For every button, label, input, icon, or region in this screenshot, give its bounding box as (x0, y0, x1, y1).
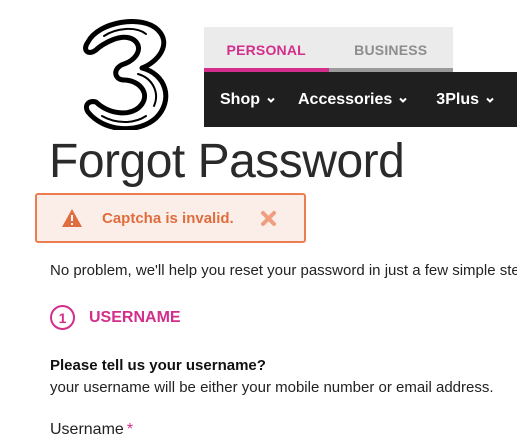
nav-item-shop-label: Shop (220, 90, 260, 108)
warning-icon (62, 209, 82, 227)
step-heading: 1 USERNAME (50, 305, 181, 330)
nav-item-3plus[interactable]: 3Plus (436, 91, 495, 109)
username-label-text: Username (50, 421, 124, 438)
nav-item-accessories-label: Accessories (298, 90, 393, 108)
segment-tabs: PERSONAL BUSINESS (204, 27, 453, 72)
tab-business[interactable]: BUSINESS (328, 27, 454, 72)
step-number: 1 (50, 305, 75, 330)
intro-text: No problem, we'll help you reset your pa… (50, 262, 517, 279)
form-hint: your username will be either your mobile… (50, 379, 494, 396)
nav-item-3plus-label: 3Plus (436, 90, 479, 108)
error-alert: Captcha is invalid. (35, 193, 306, 243)
required-marker: * (126, 421, 134, 438)
chevron-down-icon (399, 97, 408, 103)
chevron-down-icon (486, 97, 494, 103)
three-logo-icon[interactable] (80, 16, 172, 130)
chevron-down-icon (267, 97, 275, 103)
tab-business-label: BUSINESS (354, 41, 428, 58)
close-icon[interactable] (260, 210, 277, 227)
alert-message: Captcha is invalid. (102, 209, 234, 227)
nav-item-accessories[interactable]: Accessories (298, 91, 408, 109)
step-label: USERNAME (89, 308, 181, 326)
form-question: Please tell us your username? (50, 357, 266, 374)
page-title: Forgot Password (49, 135, 405, 188)
nav-item-shop[interactable]: Shop (220, 91, 276, 109)
tab-personal[interactable]: PERSONAL (204, 27, 329, 72)
tab-personal-label: PERSONAL (226, 41, 306, 58)
username-label: Username * (50, 421, 133, 439)
main-nav: Shop Accessories 3Plus (204, 72, 517, 127)
